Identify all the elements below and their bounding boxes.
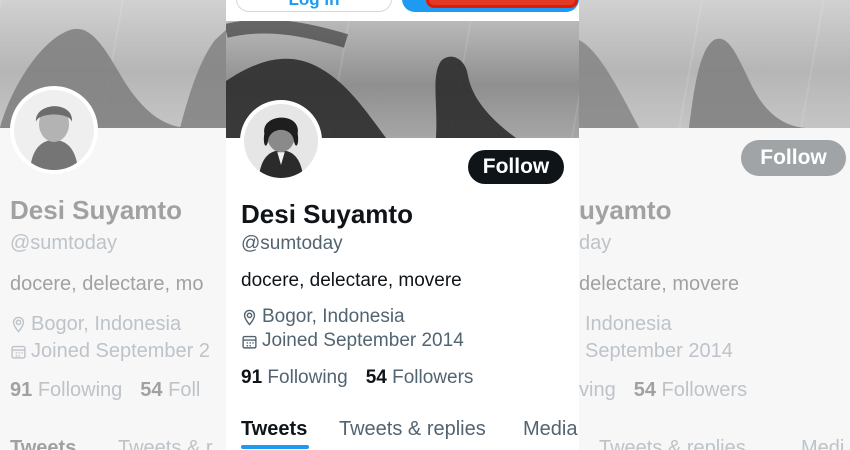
- follow-button[interactable]: Follow: [468, 150, 564, 184]
- followers-link[interactable]: 54 Followers: [366, 367, 474, 389]
- calendar-icon: [11, 345, 26, 359]
- tab-tweets-replies[interactable]: Tweets & replies: [339, 418, 486, 441]
- profile-stats: ving 54 Followers: [579, 379, 747, 402]
- profile-bio: docere, delectare, movere: [241, 270, 462, 291]
- login-button[interactable]: Log in: [236, 0, 392, 12]
- signup-button[interactable]: [402, 0, 579, 12]
- profile-name: Desi Suyamto: [10, 195, 182, 225]
- profile-joined: Joined September 2014: [241, 330, 464, 352]
- following-link[interactable]: ving: [579, 379, 616, 402]
- active-tab-indicator: [241, 445, 309, 449]
- top-bar: Log in: [226, 0, 579, 21]
- following-link[interactable]: 91 Following: [10, 379, 122, 402]
- following-link[interactable]: 91 Following: [241, 367, 348, 389]
- tab-tweets-replies[interactable]: Tweets & r: [118, 437, 212, 450]
- profile-location: Bogor, Indonesia: [241, 306, 405, 328]
- highlight-box: [426, 0, 578, 8]
- tab-media[interactable]: Media: [523, 418, 577, 441]
- profile-panel: Log in Follow Desi Suyamto @sumtoday doc…: [226, 0, 579, 450]
- location-pin-icon: [12, 316, 25, 333]
- tab-media[interactable]: Medi: [801, 437, 844, 450]
- profile-name: uyamto: [579, 195, 672, 225]
- profile-stats: 91 Following 54 Followers: [241, 367, 473, 389]
- follow-button[interactable]: Follow: [741, 140, 846, 176]
- profile-handle: @sumtoday: [241, 233, 343, 254]
- profile-banner: [579, 0, 850, 128]
- location-pin-icon: [243, 309, 256, 326]
- right-blurred-panel: Follow uyamto day delectare, movere Indo…: [579, 0, 850, 450]
- profile-bio: docere, delectare, mo: [10, 273, 204, 295]
- profile-stats: 91 Following 54 Foll: [10, 379, 200, 402]
- location-text: Bogor, Indonesia: [31, 313, 182, 335]
- profile-location: Bogor, Indonesia: [10, 313, 181, 336]
- avatar[interactable]: [240, 100, 322, 182]
- profile-handle: @sumtoday: [10, 232, 118, 254]
- joined-text: Joined September 2: [31, 340, 211, 362]
- profile-bio: delectare, movere: [579, 273, 740, 295]
- profile-handle: day: [579, 232, 612, 254]
- profile-joined: September 2014: [585, 340, 733, 362]
- profile-name: Desi Suyamto: [241, 199, 413, 229]
- tab-tweets[interactable]: Tweets: [10, 437, 76, 450]
- calendar-icon: [242, 335, 257, 349]
- profile-location: Indonesia: [585, 313, 672, 335]
- followers-link[interactable]: 54 Foll: [140, 379, 200, 402]
- followers-link[interactable]: 54 Followers: [634, 379, 747, 402]
- profile-joined: Joined September 2: [10, 340, 210, 363]
- tab-tweets-replies[interactable]: Tweets & replies: [599, 437, 746, 450]
- tab-tweets[interactable]: Tweets: [241, 418, 307, 441]
- left-blurred-panel: Desi Suyamto @sumtoday docere, delectare…: [0, 0, 226, 450]
- joined-text: Joined September 2014: [262, 330, 464, 351]
- location-text: Bogor, Indonesia: [262, 306, 405, 327]
- avatar[interactable]: [10, 86, 98, 174]
